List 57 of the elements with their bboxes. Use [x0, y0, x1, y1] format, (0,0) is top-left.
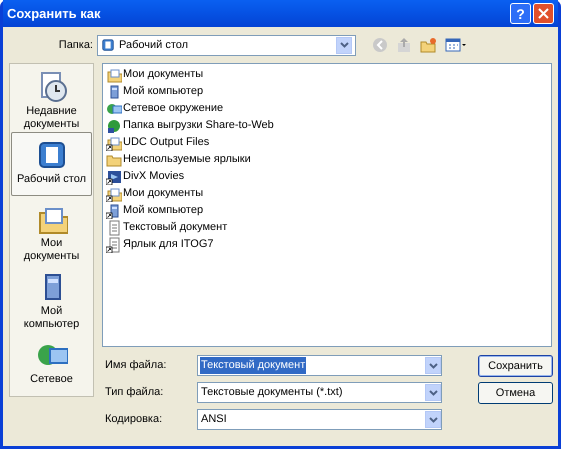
- file-item[interactable]: Сетевое окружение: [106, 100, 548, 117]
- file-name: DivX Movies: [123, 169, 184, 184]
- file-name: UDC Output Files: [123, 135, 210, 150]
- file-name: Ярлык для ITOG7: [123, 237, 214, 252]
- file-name: Мои документы: [123, 186, 204, 202]
- new-folder-icon[interactable]: [420, 37, 437, 53]
- file-name: Неиспользуемые ярлыки: [123, 152, 251, 168]
- file-name: Папка выгрузки Share-to-Web: [123, 118, 274, 134]
- places-label: Недавние документы: [22, 105, 80, 131]
- field-value: Текстовый документ: [200, 357, 306, 374]
- chevron-icon: [428, 362, 438, 368]
- chevron-icon: [428, 390, 438, 396]
- file-name: Мой компьютер: [123, 84, 204, 100]
- help-button[interactable]: ?: [510, 3, 531, 24]
- places-label: Рабочий стол: [16, 173, 86, 186]
- file-item[interactable]: Мои документы: [106, 185, 548, 202]
- view-menu-icon[interactable]: [445, 37, 467, 53]
- combo-field[interactable]: Текстовые документы (*.txt): [197, 382, 442, 403]
- places-item[interactable]: Недавние документы: [11, 64, 92, 132]
- places-label: Мой компьютер: [22, 305, 80, 331]
- field-label: Имя файла:: [104, 358, 168, 374]
- close-button[interactable]: [533, 3, 554, 24]
- file-name: Мои документы: [123, 67, 204, 82]
- file-item[interactable]: Мой компьютер: [106, 202, 548, 219]
- field-label: Кодировка:: [104, 412, 164, 428]
- places-item[interactable]: Сетевое: [11, 332, 92, 396]
- desktop-icon: [101, 38, 115, 52]
- close-icon: [538, 8, 549, 19]
- field-value: ANSI: [200, 412, 228, 428]
- dialog-button[interactable]: Отмена: [478, 382, 553, 404]
- file-name: Текстовый документ: [123, 220, 228, 236]
- places-item[interactable]: Мой компьютер: [11, 264, 92, 332]
- folder-value: Рабочий стол: [119, 38, 190, 53]
- places-label: Мои документы: [22, 237, 80, 263]
- file-item[interactable]: Мои документы: [106, 66, 548, 83]
- places-label: Сетевое: [30, 373, 73, 386]
- chevron-icon: [428, 416, 438, 422]
- dialog-button[interactable]: Сохранить: [478, 355, 553, 377]
- window-title: Сохранить как: [7, 4, 102, 23]
- file-item[interactable]: Папка выгрузки Share-to-Web: [106, 117, 548, 134]
- field-value: Текстовые документы (*.txt): [200, 385, 344, 400]
- file-name: Мой компьютер: [123, 203, 204, 218]
- chevron-icon: [340, 42, 348, 48]
- file-name: Сетевое окружение: [123, 101, 224, 116]
- places-item[interactable]: Мои документы: [11, 196, 92, 264]
- file-item[interactable]: Текстовый документ: [106, 219, 548, 236]
- file-item[interactable]: Ярлык для ITOG7: [106, 236, 548, 253]
- combo-field[interactable]: Текстовый документ: [197, 355, 442, 376]
- file-item[interactable]: Мой компьютер: [106, 83, 548, 100]
- combo-field[interactable]: ANSI: [197, 409, 442, 430]
- places-item[interactable]: Рабочий стол: [11, 132, 92, 196]
- folder-label: Папка:: [58, 38, 94, 53]
- field-label: Тип файла:: [104, 385, 164, 400]
- file-item[interactable]: Неиспользуемые ярлыки: [106, 151, 548, 168]
- file-item[interactable]: DivX Movies: [106, 168, 548, 185]
- folder-dropdown[interactable]: Рабочий стол: [97, 34, 356, 56]
- file-item[interactable]: UDC Output Files: [106, 134, 548, 151]
